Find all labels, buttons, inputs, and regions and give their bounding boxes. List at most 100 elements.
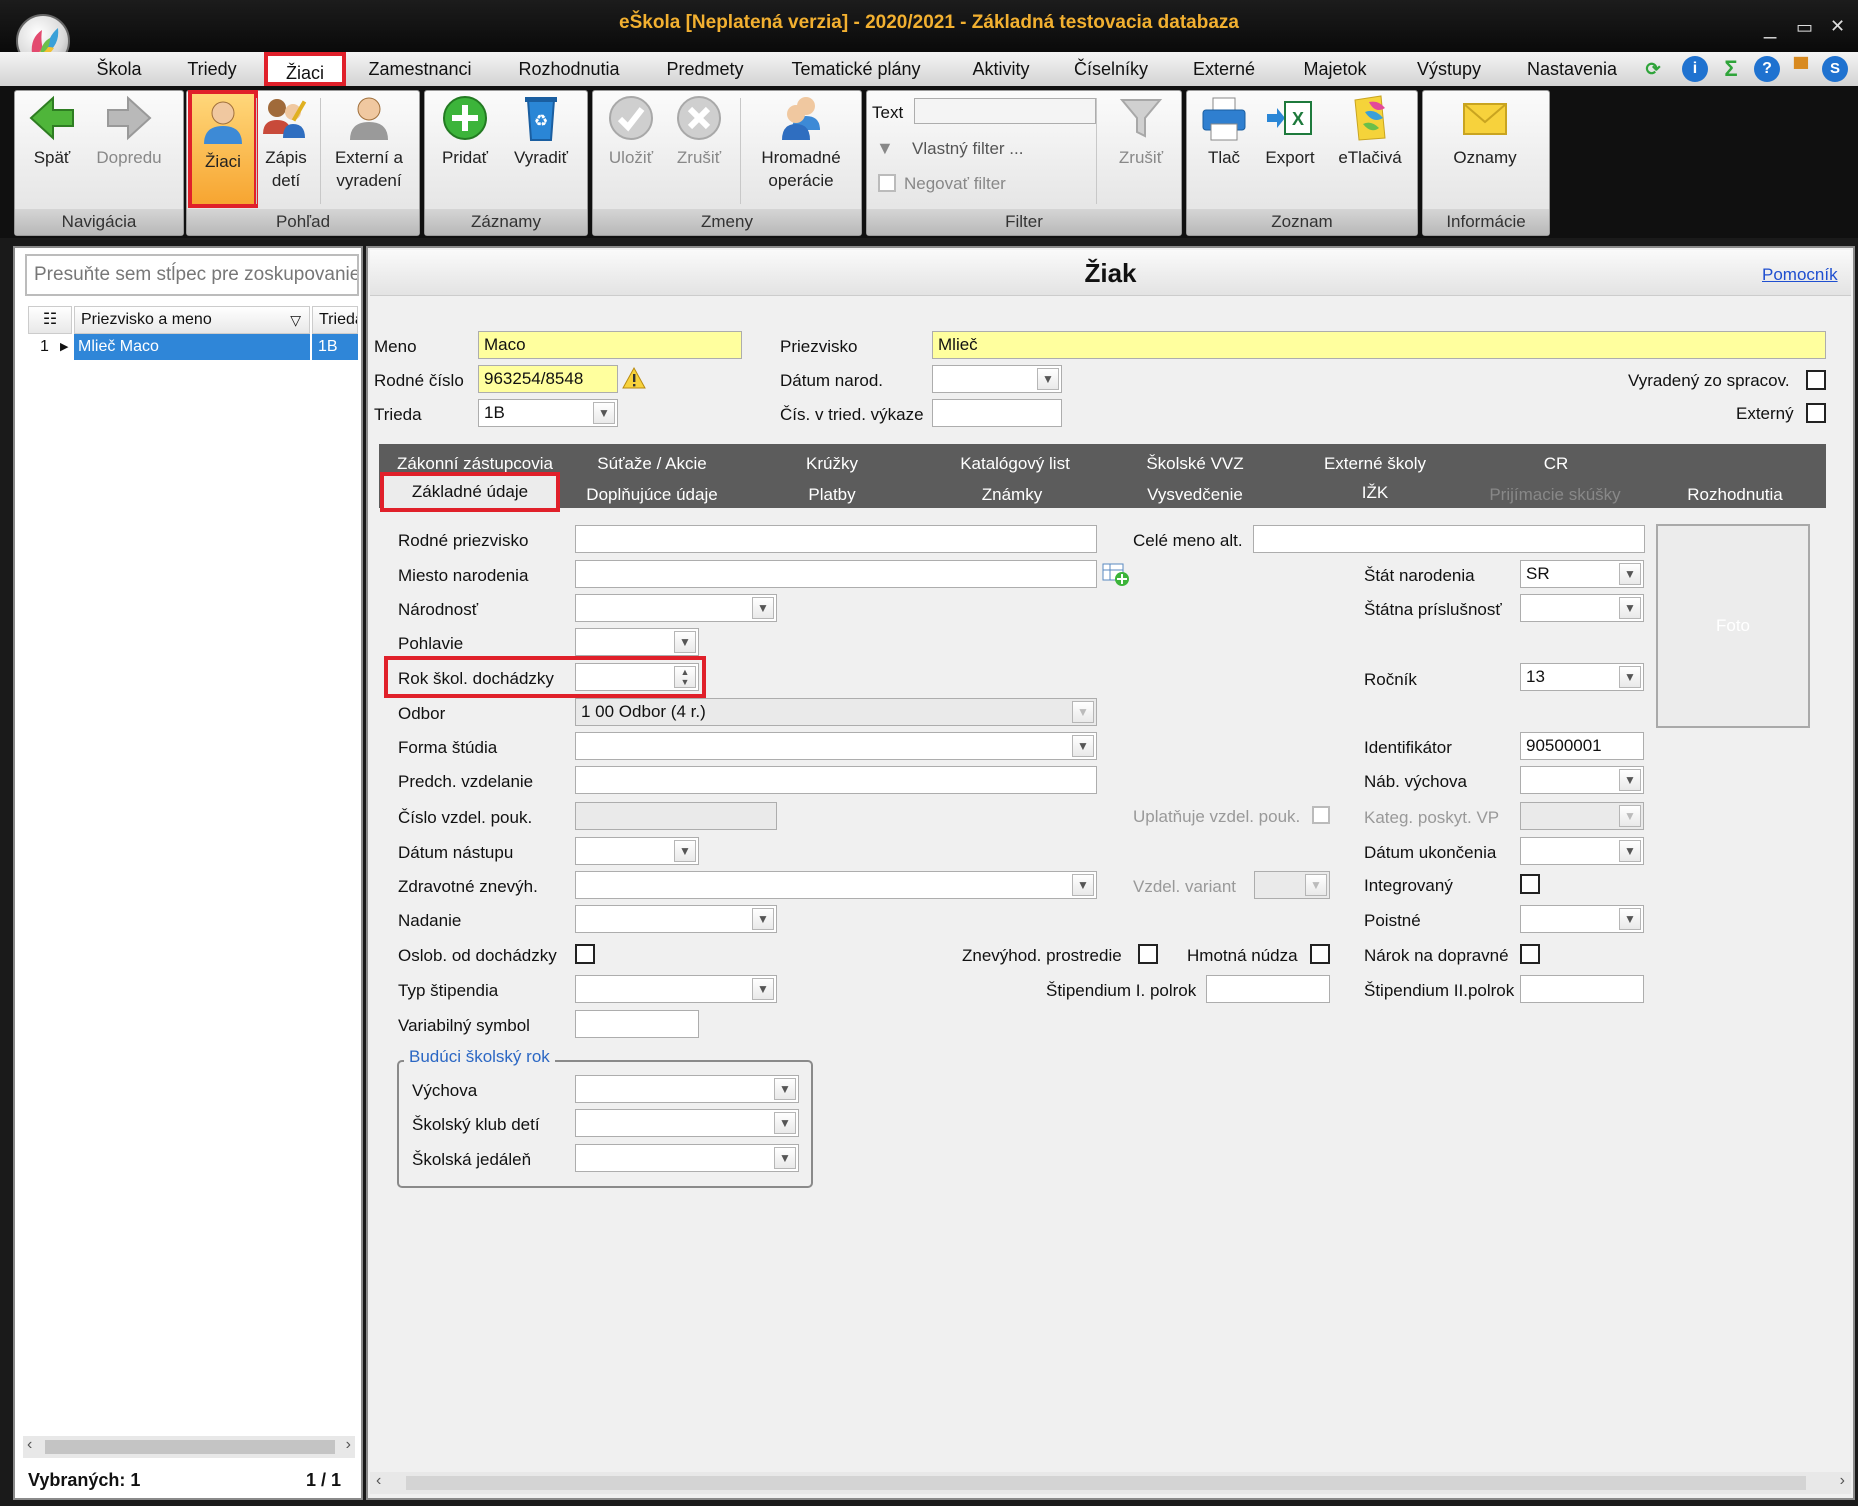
narodnost-select[interactable]: ▼ xyxy=(575,594,777,622)
column-chooser-icon[interactable]: ☷ xyxy=(28,306,72,334)
filter-clear-button[interactable]: Zrušiť xyxy=(1108,94,1174,169)
chevron-down-icon[interactable]: ▼ xyxy=(1619,666,1641,688)
tab-externe-skoly[interactable]: Externé školy xyxy=(1300,448,1450,480)
chevron-down-icon[interactable]: ▼ xyxy=(774,1078,796,1100)
externi-vyradeni-button[interactable]: Externí a vyradení xyxy=(326,94,412,192)
maximize-button[interactable]: ▭ xyxy=(1796,17,1813,38)
chevron-down-icon[interactable]: ▼ xyxy=(752,978,774,1000)
menu-tab-nastavenia[interactable]: Nastavenia xyxy=(1522,52,1622,86)
chevron-down-icon[interactable]: ▼ xyxy=(1619,769,1641,791)
stat-narodenia-select[interactable]: SR ▼ xyxy=(1520,560,1644,588)
remove-button[interactable]: ♻ Vyradiť xyxy=(506,94,576,169)
add-button[interactable]: Pridať xyxy=(434,94,496,169)
menu-tab-ciselniky[interactable]: Číselníky xyxy=(1068,52,1154,86)
miesto-narodenia-input[interactable] xyxy=(575,560,1097,588)
meno-input[interactable]: Maco xyxy=(478,331,742,359)
predch-vzdelanie-input[interactable] xyxy=(575,766,1097,794)
chevron-down-icon[interactable]: ▼ xyxy=(774,1147,796,1169)
narok-checkbox[interactable] xyxy=(1520,944,1540,964)
tab-skolske-vvz[interactable]: Školské VVZ xyxy=(1120,448,1270,480)
scroll-thumb[interactable] xyxy=(45,1440,335,1454)
chevron-down-icon[interactable]: ▼ xyxy=(774,1112,796,1134)
help-link[interactable]: Pomocník xyxy=(1762,265,1838,285)
cis-tried-input[interactable] xyxy=(932,399,1062,427)
help-icon[interactable]: ? xyxy=(1754,56,1780,82)
integrovany-checkbox[interactable] xyxy=(1520,874,1540,894)
menu-tab-predmety[interactable]: Predmety xyxy=(658,52,752,86)
column-header-class[interactable]: Trieda xyxy=(312,306,358,334)
datum-narod-input[interactable]: ▼ xyxy=(932,365,1062,393)
horizontal-scrollbar[interactable]: ‹ › xyxy=(23,1436,355,1458)
forward-button[interactable]: Dopredu xyxy=(90,94,168,169)
chevron-down-icon[interactable]: ▼ xyxy=(752,908,774,930)
photo-placeholder[interactable]: Foto xyxy=(1656,524,1810,728)
forma-studia-select[interactable]: ▼ xyxy=(575,732,1097,760)
etlaciva-button[interactable]: eTlačivá xyxy=(1330,94,1410,169)
tab-platby[interactable]: Platby xyxy=(760,479,904,511)
menu-tab-majetok[interactable]: Majetok xyxy=(1294,52,1376,86)
datum-ukoncenia-input[interactable]: ▼ xyxy=(1520,837,1644,865)
save-button[interactable]: Uložiť xyxy=(600,94,662,169)
menu-tab-vystupy[interactable]: Výstupy xyxy=(1408,52,1490,86)
statna-prislusnost-select[interactable]: ▼ xyxy=(1520,594,1644,622)
oslob-checkbox[interactable] xyxy=(575,944,595,964)
add-place-icon[interactable] xyxy=(1102,561,1130,592)
rok-skol-dochadzky-spinner[interactable]: ▲ ▼ xyxy=(575,663,699,691)
vychova-select[interactable]: ▼ xyxy=(575,1075,799,1103)
close-button[interactable]: ✕ xyxy=(1830,16,1845,37)
menu-tab-triedy[interactable]: Triedy xyxy=(180,52,244,86)
ziaci-view-button[interactable]: Žiaci xyxy=(188,90,258,208)
tab-katalogovy-list[interactable]: Katalógový list xyxy=(930,448,1100,480)
menu-tab-skola[interactable]: Škola xyxy=(90,52,148,86)
skd-select[interactable]: ▼ xyxy=(575,1109,799,1137)
back-button[interactable]: Späť xyxy=(24,94,80,169)
zdravotne-select[interactable]: ▼ xyxy=(575,871,1097,899)
scroll-right-icon[interactable]: › xyxy=(1840,1472,1845,1490)
zapis-deti-button[interactable]: Zápis detí xyxy=(258,94,314,192)
menu-tab-externe[interactable]: Externé xyxy=(1186,52,1262,86)
tab-kruzky[interactable]: Krúžky xyxy=(760,448,904,480)
nadanie-select[interactable]: ▼ xyxy=(575,905,777,933)
scroll-right-icon[interactable]: › xyxy=(346,1436,351,1454)
pohlavie-select[interactable]: ▼ xyxy=(575,628,699,656)
chevron-down-icon[interactable]: ▼ xyxy=(1619,563,1641,585)
menu-tab-tematicke-plany[interactable]: Tematické plány xyxy=(784,52,928,86)
menu-tab-ziaci[interactable]: Žiaci xyxy=(264,52,346,86)
vyradeny-checkbox[interactable] xyxy=(1806,370,1826,390)
chevron-down-icon[interactable]: ▼ xyxy=(674,631,696,653)
refresh-icon[interactable]: ⟳ xyxy=(1640,56,1666,82)
chevron-down-icon[interactable]: ▼ xyxy=(1619,908,1641,930)
tab-izk[interactable]: IŽK xyxy=(1300,477,1450,509)
info-icon[interactable]: i xyxy=(1682,56,1708,82)
announcements-button[interactable]: Oznamy xyxy=(1440,94,1530,169)
print-button[interactable]: Tlač xyxy=(1192,94,1256,169)
variabilny-input[interactable] xyxy=(575,1010,699,1038)
column-header-name[interactable]: Priezvisko a meno ▽ xyxy=(74,306,310,334)
cancel-button[interactable]: Zrušiť xyxy=(668,94,730,169)
tab-sutaze-akcie[interactable]: Súťaže / Akcie xyxy=(570,448,734,480)
filter-icon[interactable]: ▽ xyxy=(290,307,301,333)
identifikator-input[interactable]: 90500001 xyxy=(1520,732,1644,760)
chevron-down-icon[interactable]: ▼ xyxy=(593,402,615,424)
tab-zakladne-udaje[interactable]: Základné údaje xyxy=(380,472,560,512)
group-by-area[interactable]: Presuňte sem stĺpec pre zoskupovanie xyxy=(25,254,359,296)
menu-tab-rozhodnutia[interactable]: Rozhodnutia xyxy=(510,52,628,86)
horizontal-scrollbar[interactable]: ‹ › xyxy=(370,1472,1851,1494)
scroll-thumb[interactable] xyxy=(406,1476,1806,1490)
scroll-left-icon[interactable]: ‹ xyxy=(27,1436,32,1454)
cele-meno-alt-input[interactable] xyxy=(1253,525,1645,553)
chevron-down-icon[interactable]: ▼ xyxy=(1072,735,1094,757)
tab-doplnujuce-udaje[interactable]: Doplňujúce údaje xyxy=(570,479,734,511)
sum-icon[interactable]: Σ xyxy=(1718,56,1744,82)
tab-znamky[interactable]: Známky xyxy=(940,479,1084,511)
chevron-down-icon[interactable]: ▼ xyxy=(752,597,774,619)
poistne-select[interactable]: ▼ xyxy=(1520,905,1644,933)
chevron-down-icon[interactable]: ▼ xyxy=(674,840,696,862)
menu-tab-zamestnanci[interactable]: Zamestnanci xyxy=(362,52,478,86)
menu-tab-aktivity[interactable]: Aktivity xyxy=(962,52,1040,86)
filter-text-input[interactable] xyxy=(914,98,1096,124)
spinner-arrows-icon[interactable]: ▲ ▼ xyxy=(674,666,696,688)
stip-1-input[interactable] xyxy=(1206,975,1330,1003)
chevron-down-icon[interactable]: ▼ xyxy=(1619,597,1641,619)
znevyhod-checkbox[interactable] xyxy=(1138,944,1158,964)
